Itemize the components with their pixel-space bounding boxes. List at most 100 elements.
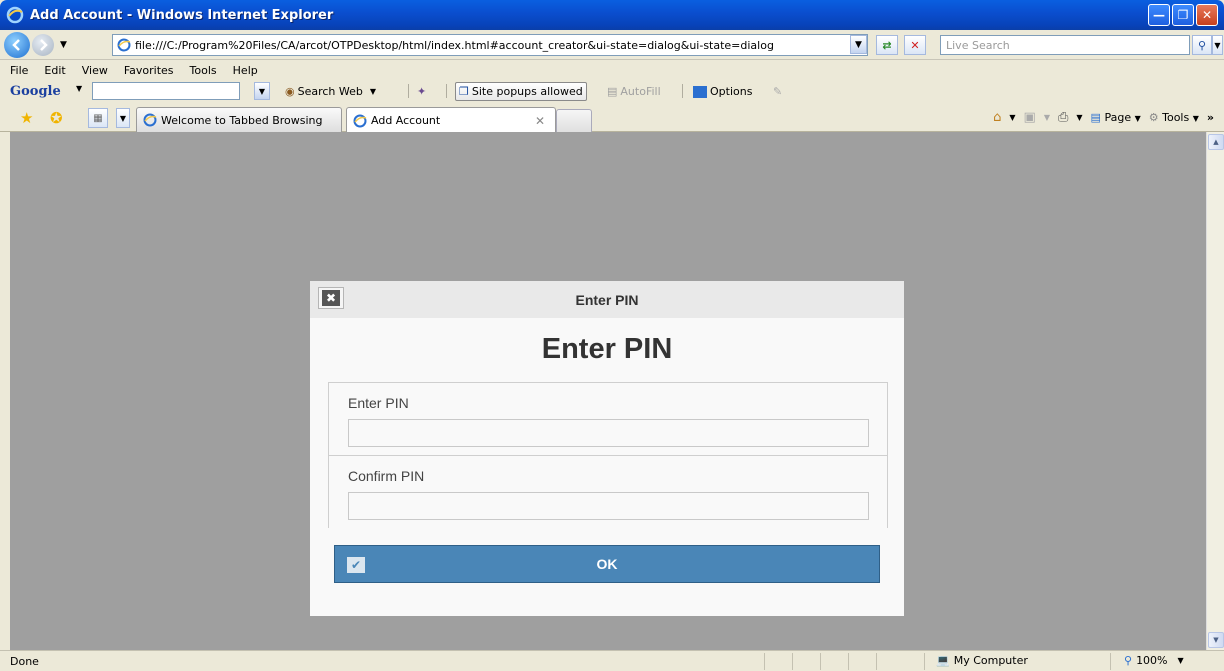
favorites-center-star-icon[interactable]: ★ [20,109,33,127]
stop-button[interactable]: ✕ [904,35,926,55]
autofill-label: AutoFill [620,85,661,98]
status-bar: Done 💻 My Computer ⚲ 100% ▼ [0,650,1224,671]
popup-blocker-button[interactable]: ❐ Site popups allowed [455,82,587,101]
search-options-button[interactable]: ▼ [1212,35,1223,55]
chevron-down-icon[interactable]: ▼ [1076,113,1082,122]
security-zone[interactable]: 💻 My Computer [936,654,1028,667]
chevron-down-icon[interactable]: ▼ [1009,113,1015,122]
scroll-up-button[interactable]: ▲ [1208,134,1224,150]
quick-tabs-grid-icon: ▦ [93,112,103,124]
chevron-down-icon[interactable]: ▼ [1044,113,1050,122]
search-button[interactable]: ⚲ [1192,35,1212,55]
chevron-down-icon: ▼ [1214,40,1221,50]
chevron-down-icon: ▼ [258,86,266,96]
chevron-down-icon: ▼ [1192,114,1199,123]
ie-logo-icon [6,6,24,24]
refresh-icon: ⇄ [882,38,892,52]
status-pane-divider [876,653,877,670]
page-menu-button[interactable]: ▤ Page ▼ [1091,111,1141,124]
enter-pin-label: Enter PIN [348,395,409,411]
menu-edit[interactable]: Edit [44,64,65,77]
new-tab-button[interactable] [556,109,592,132]
chevron-down-icon: ▼ [369,87,377,96]
menu-tools[interactable]: Tools [190,64,217,77]
google-logo[interactable]: Google [10,84,61,99]
refresh-button[interactable]: ⇄ [876,35,898,55]
google-toolbar: Google ▼ ▼ ◉ Search Web ▼ ✦ ❐ Site popup… [0,78,1224,104]
recent-pages-dropdown-icon[interactable]: ▼ [60,40,67,50]
close-tab-icon[interactable]: ✕ [535,114,545,128]
live-search-placeholder: Live Search [946,38,1010,52]
command-bar: ⌂ ▼ ▣ ▼ ⎙ ▼ ▤ Page ▼ ⚙ Tools ▼ » [993,110,1214,125]
tab-welcome[interactable]: Welcome to Tabbed Browsing [136,107,342,132]
menu-help[interactable]: Help [233,64,258,77]
autofill-button[interactable]: ▤ AutoFill [604,82,664,101]
enter-pin-field: Enter PIN [329,383,887,456]
search-web-button[interactable]: ◉ Search Web ▼ [282,82,379,101]
menu-view[interactable]: View [82,64,108,77]
ie-page-icon [353,114,367,127]
window-title: Add Account - Windows Internet Explorer [30,7,334,23]
page-icon [117,38,131,52]
tab-label: Welcome to Tabbed Browsing [161,113,323,127]
forward-button[interactable] [32,33,54,56]
feeds-icon[interactable]: ▣ [1024,110,1036,125]
tools-menu-button[interactable]: ⚙ Tools ▼ [1149,111,1199,124]
binoculars-icon: ◉ [285,85,295,98]
toolbar-separator [446,84,447,98]
search-web-label: Search Web [297,85,363,98]
zone-label: My Computer [953,654,1028,667]
pin-fieldset: Enter PIN Confirm PIN [328,382,888,528]
close-window-button[interactable]: ✕ [1196,4,1218,26]
ok-label: OK [596,556,618,572]
tab-list-dropdown-button[interactable]: ▼ [116,108,130,128]
ok-button[interactable]: ✔ OK [334,545,880,583]
bookmark-icon: ✦ [417,85,427,98]
page-menu-label: Page [1104,111,1132,124]
add-favorites-star-icon[interactable]: ✪ [50,109,63,127]
enter-pin-input[interactable] [348,419,869,447]
google-search-dropdown-button[interactable]: ▼ [254,82,270,100]
dialog-header: ✖ Enter PIN [310,281,904,318]
options-label: Options [710,85,753,98]
status-pane-divider [1110,653,1111,670]
forward-arrow-icon [40,38,48,51]
zoom-control[interactable]: ⚲ 100% ▼ [1124,654,1184,667]
popup-window-icon: ❐ [459,85,469,98]
options-icon [693,85,707,98]
menu-file[interactable]: File [10,64,28,77]
search-icon: ⚲ [1197,38,1207,52]
quick-tabs-button[interactable]: ▦ [88,108,108,128]
pencil-icon: ✎ [773,85,783,98]
google-search-input[interactable] [92,82,240,100]
gear-icon: ⚙ [1148,111,1159,124]
restore-button[interactable]: ❐ [1172,4,1194,26]
address-field[interactable]: file:///C:/Program%20Files/CA/arcot/OTPD… [112,34,868,56]
menu-favorites[interactable]: Favorites [124,64,174,77]
window-titlebar[interactable]: Add Account - Windows Internet Explorer … [0,0,1224,30]
print-icon[interactable]: ⎙ [1058,110,1068,125]
google-menu-dropdown-icon[interactable]: ▼ [76,84,82,93]
bookmarks-button[interactable]: ✦ [414,82,429,101]
status-pane-divider [924,653,925,670]
zoom-label: 100% [1136,654,1168,667]
confirm-pin-input[interactable] [348,492,869,520]
home-icon[interactable]: ⌂ [993,110,1001,125]
options-button[interactable]: Options [690,82,755,101]
toolbar-separator [408,84,409,98]
chevrons-right-icon[interactable]: » [1207,111,1214,124]
live-search-input[interactable]: Live Search [940,35,1190,55]
tab-label: Add Account [371,114,441,127]
tab-add-account[interactable]: Add Account ✕ [346,107,556,133]
address-dropdown-button[interactable]: ▼ [850,35,867,54]
dialog-close-button[interactable]: ✖ [318,287,344,309]
confirm-pin-field: Confirm PIN [329,456,887,529]
vertical-scrollbar[interactable]: ▲ ▼ [1206,132,1224,650]
minimize-button[interactable]: — [1148,4,1170,26]
back-button[interactable] [4,31,30,58]
scroll-down-button[interactable]: ▼ [1208,632,1224,648]
close-icon: ✖ [322,290,340,306]
highlight-button[interactable]: ✎ [770,82,785,101]
chevron-down-icon: ▼ [1177,656,1184,665]
confirm-pin-label: Confirm PIN [348,468,425,484]
